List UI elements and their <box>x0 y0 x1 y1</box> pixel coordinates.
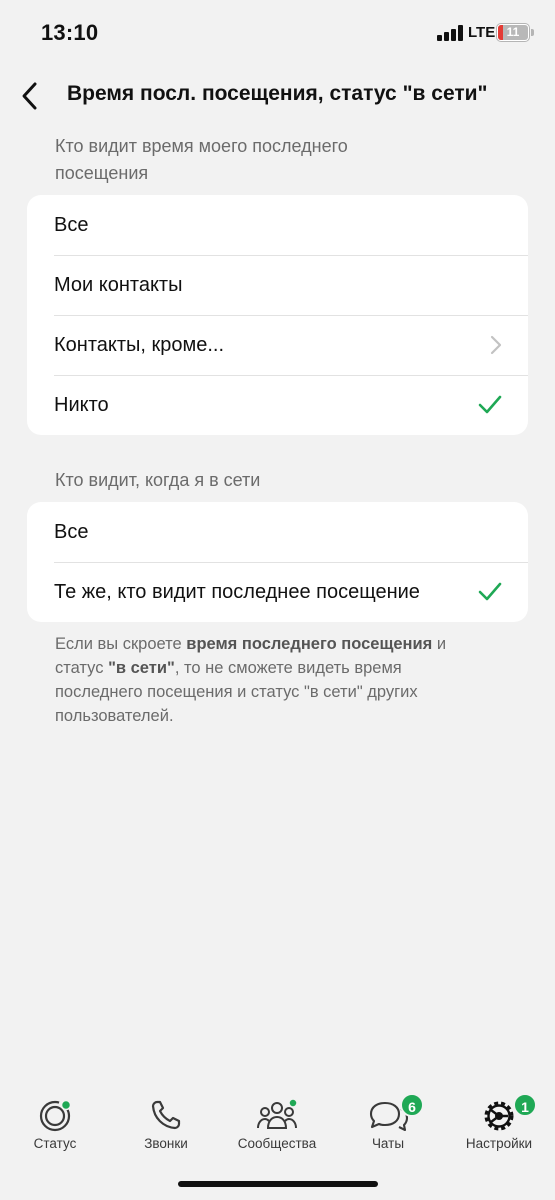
tab-label: Сообщества <box>237 1136 317 1151</box>
status-time: 13:10 <box>41 20 99 45</box>
nav-header: Время посл. посещения, статус "в сети" <box>0 70 555 122</box>
online-option-same-as-last-seen[interactable]: Те же, кто видит последнее посещение <box>27 562 528 622</box>
chevron-right-icon <box>490 315 502 375</box>
option-everyone[interactable]: Все <box>27 195 528 255</box>
communities-icon <box>257 1098 298 1129</box>
option-label: Контакты, кроме... <box>54 333 225 356</box>
option-my-contacts[interactable]: Мои контакты <box>27 255 528 315</box>
phone-icon <box>151 1100 181 1130</box>
tab-communities[interactable]: Сообщества <box>222 1085 332 1165</box>
online-options: Все Те же, кто видит последнее посещение <box>27 502 528 622</box>
option-label: Те же, кто видит последнее посещение <box>54 580 420 603</box>
battery-icon: 11 <box>496 23 534 42</box>
option-label: Мои контакты <box>54 273 183 296</box>
back-button[interactable] <box>10 74 50 118</box>
online-section-header: Кто видит, когда я в сети <box>55 470 261 490</box>
tab-label: Настройки <box>465 1136 533 1151</box>
tab-settings[interactable]: 1 Настройки <box>444 1085 554 1165</box>
settings-badge: 1 <box>513 1093 537 1117</box>
tab-chats[interactable]: 6 Чаты <box>333 1085 443 1165</box>
option-label: Никто <box>54 393 109 416</box>
battery-level: 11 <box>506 25 520 39</box>
tab-status[interactable]: Статус <box>0 1085 110 1165</box>
page-title: Время посл. посещения, статус "в сети" <box>67 82 488 105</box>
checkmark-icon <box>478 375 502 435</box>
checkmark-icon <box>478 562 502 622</box>
option-contacts-except[interactable]: Контакты, кроме... <box>27 315 528 375</box>
status-bar: 13:10 LTE 11 <box>0 0 555 66</box>
home-indicator <box>178 1181 378 1187</box>
online-option-everyone[interactable]: Все <box>27 502 528 562</box>
option-label: Все <box>54 520 89 543</box>
tab-label: Статус <box>33 1136 77 1151</box>
tab-label: Чаты <box>371 1136 405 1151</box>
status-icon <box>39 1099 72 1132</box>
option-label: Все <box>54 213 89 236</box>
tab-label: Звонки <box>144 1136 188 1151</box>
last-seen-section-header: Кто видит время моего последнего посещен… <box>55 136 348 183</box>
chevron-left-icon <box>22 82 37 110</box>
privacy-footnote: Если вы скроете время последнего посещен… <box>55 635 447 725</box>
privacy-last-seen-screen: 13:10 LTE 11 Время посл. посещения, стат… <box>0 0 555 1200</box>
last-seen-options: Все Мои контакты Контакты, кроме... Никт… <box>27 195 528 435</box>
tab-calls[interactable]: Звонки <box>111 1085 221 1165</box>
network-type: LTE <box>468 24 496 41</box>
chats-badge: 6 <box>400 1093 424 1117</box>
cellular-signal-icon <box>437 25 465 41</box>
option-nobody[interactable]: Никто <box>27 375 528 435</box>
